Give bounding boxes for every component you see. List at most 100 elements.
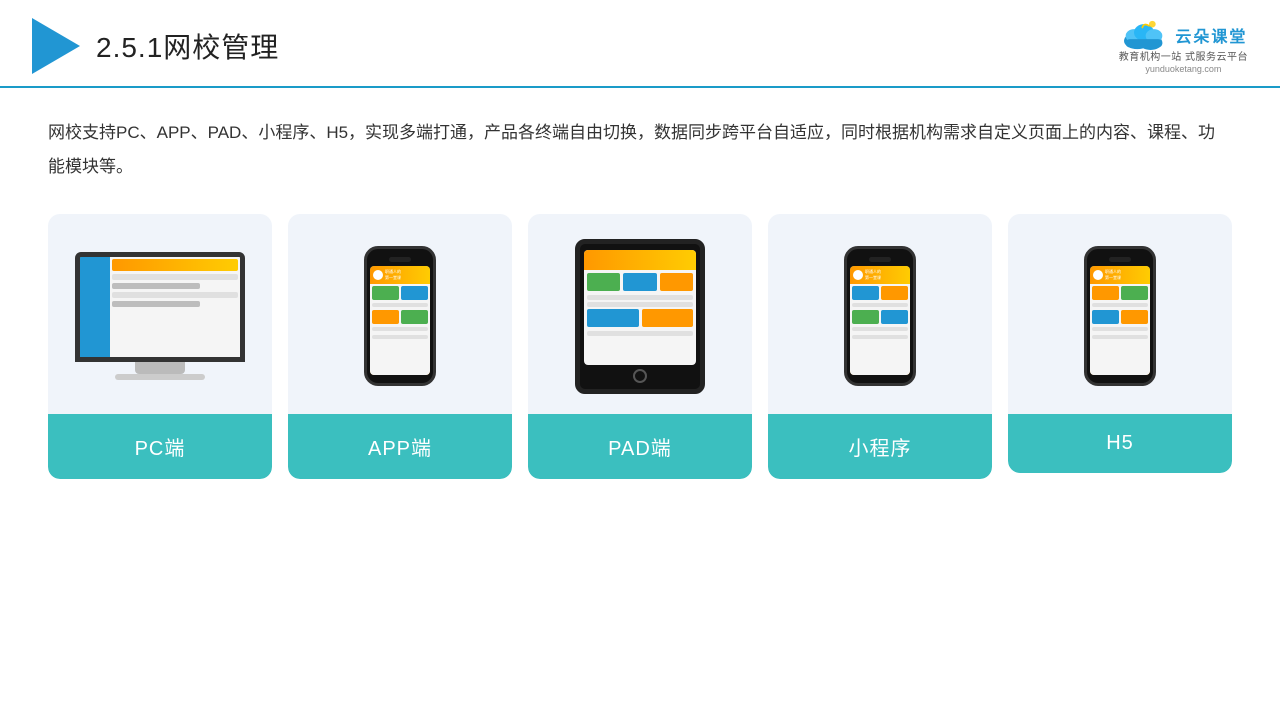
phone-title-h5: 职通人的第一堂课 [1105, 269, 1121, 281]
desktop-row-2 [112, 283, 200, 289]
desktop-row-3 [112, 292, 238, 298]
phone-mini-card-m1 [852, 286, 879, 300]
desktop-row-1 [112, 274, 238, 280]
phone-mini-card2 [401, 286, 428, 300]
card-pad-label: PAD端 [528, 414, 752, 479]
cloud-icon [1119, 19, 1169, 51]
tablet-screen [584, 250, 696, 365]
phone-notch-app [389, 257, 411, 262]
phone-line3 [372, 335, 428, 339]
phone-top-bar-mini: 职通人的第一堂课 [850, 266, 910, 284]
tablet-content [584, 270, 696, 365]
phone-title-mini: 职通人的第一堂课 [865, 269, 881, 281]
phone-mini-card-m2 [881, 286, 908, 300]
tablet-home-btn [633, 369, 647, 383]
card-miniprogram: 职通人的第一堂课 [768, 214, 992, 479]
device-phone-mini: 职通人的第一堂课 [844, 246, 916, 386]
device-phone-app: 职通人的第一堂课 [364, 246, 436, 386]
phone-mini-card-h1 [1092, 286, 1119, 300]
card-pc-label: PC端 [48, 414, 272, 479]
phone-avatar-h5 [1093, 270, 1103, 280]
phone-content-mini [850, 284, 910, 375]
phone-cards-h5-2 [1092, 310, 1148, 324]
header-left: 2.5.1网校管理 [32, 18, 279, 74]
card-pad: PAD端 [528, 214, 752, 479]
page-title: 2.5.1网校管理 [96, 26, 279, 66]
phone-notch-h5 [1109, 257, 1131, 262]
tablet-line1 [587, 295, 693, 300]
phone-line-h52 [1092, 327, 1148, 331]
phone-title-app: 职通人的第一堂课 [385, 269, 401, 281]
phone-line-mini2 [852, 327, 908, 331]
phone-screen-h5: 职通人的第一堂课 [1090, 266, 1150, 375]
device-cards-row: PC端 职通人的第一堂课 [48, 214, 1232, 479]
phone-cards-mini1 [852, 286, 908, 300]
description-text: 网校支持PC、APP、PAD、小程序、H5，实现多端打通，产品各终端自由切换，数… [48, 116, 1232, 184]
card-app-label: APP端 [288, 414, 512, 479]
device-desktop [75, 252, 245, 380]
desktop-sidebar [80, 257, 110, 357]
desktop-row-4 [112, 301, 200, 307]
phone-mini-card-m3 [852, 310, 879, 324]
phone-cards-h5-1 [1092, 286, 1148, 300]
phone-content-h5 [1090, 284, 1150, 375]
phone-line-mini1 [852, 303, 908, 307]
card-miniprogram-image: 职通人的第一堂课 [768, 214, 992, 414]
phone-line-h53 [1092, 335, 1148, 339]
phone-screen-mini: 职通人的第一堂课 [850, 266, 910, 375]
logo-cloud-area: 云朵课堂 [1119, 19, 1247, 51]
main-content: 网校支持PC、APP、PAD、小程序、H5，实现多端打通，产品各终端自由切换，数… [0, 88, 1280, 503]
logo-text: 云朵课堂 [1175, 23, 1247, 47]
card-h5: 职通人的第一堂课 [1008, 214, 1232, 473]
phone-cards-app [372, 286, 428, 300]
phone-mini-card-h3 [1092, 310, 1119, 324]
play-icon [32, 18, 80, 74]
card-h5-image: 职通人的第一堂课 [1008, 214, 1232, 414]
card-pad-image [528, 214, 752, 414]
tablet-mini3 [660, 273, 693, 291]
phone-line1 [372, 303, 428, 307]
phone-avatar-app [373, 270, 383, 280]
tablet-line2 [587, 302, 693, 307]
phone-mini-card3 [372, 310, 399, 324]
desktop-base [115, 374, 205, 380]
tablet-mini5 [642, 309, 694, 327]
phone-mini-card4 [401, 310, 428, 324]
card-miniprogram-label: 小程序 [768, 414, 992, 479]
logo-url: yunduoketang.com [1145, 64, 1221, 74]
tablet-row-1 [587, 273, 693, 291]
desktop-header-bar [112, 259, 238, 271]
tablet-row-2 [587, 309, 693, 327]
card-app-image: 职通人的第一堂课 [288, 214, 512, 414]
phone-avatar-mini [853, 270, 863, 280]
tablet-mini2 [623, 273, 656, 291]
phone-content-app [370, 284, 430, 375]
phone-mini-card1 [372, 286, 399, 300]
tablet-top-bar [584, 250, 696, 270]
brand-logo: 云朵课堂 教育机构一站 式服务云平台 yunduoketang.com [1119, 19, 1248, 74]
phone-line2 [372, 327, 428, 331]
desktop-content [110, 257, 240, 357]
phone-cards2-app [372, 310, 428, 324]
tablet-mini4 [587, 309, 639, 327]
phone-cards-mini2 [852, 310, 908, 324]
card-pc-image [48, 214, 272, 414]
phone-top-bar-app: 职通人的第一堂课 [370, 266, 430, 284]
header: 2.5.1网校管理 云朵课堂 教育机构一站 式服务云平台 yunduoketan… [0, 0, 1280, 88]
card-app: 职通人的第一堂课 [288, 214, 512, 479]
logo-tagline: 教育机构一站 式服务云平台 [1119, 51, 1248, 64]
phone-screen-app: 职通人的第一堂课 [370, 266, 430, 375]
phone-top-bar-h5: 职通人的第一堂课 [1090, 266, 1150, 284]
phone-notch-mini [869, 257, 891, 262]
phone-line-h51 [1092, 303, 1148, 307]
phone-line-mini3 [852, 335, 908, 339]
tablet-line3 [587, 331, 693, 336]
desktop-screen-inner [80, 257, 240, 357]
device-phone-h5: 职通人的第一堂课 [1084, 246, 1156, 386]
card-pc: PC端 [48, 214, 272, 479]
tablet-mini1 [587, 273, 620, 291]
phone-mini-card-h4 [1121, 310, 1148, 324]
card-h5-label: H5 [1008, 414, 1232, 473]
phone-mini-card-h2 [1121, 286, 1148, 300]
desktop-screen [75, 252, 245, 362]
